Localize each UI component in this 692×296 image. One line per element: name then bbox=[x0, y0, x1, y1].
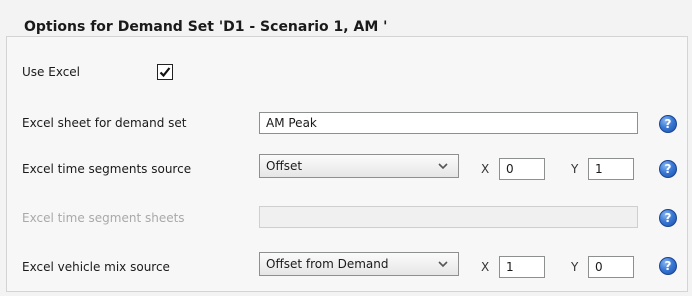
vehicle-mix-source-select[interactable]: Offset from Demand bbox=[259, 252, 459, 276]
help-icon[interactable]: ? bbox=[659, 115, 677, 133]
time-segments-source-value: Offset bbox=[266, 159, 303, 173]
time-segments-x-input[interactable]: 0 bbox=[499, 158, 545, 180]
time-segments-source-select[interactable]: Offset bbox=[259, 154, 459, 178]
vehicle-mix-source-value: Offset from Demand bbox=[266, 257, 389, 271]
time-segments-source-label: Excel time segments source bbox=[22, 162, 192, 176]
chevron-down-icon bbox=[438, 261, 448, 268]
chevron-down-icon bbox=[438, 163, 448, 170]
help-icon[interactable]: ? bbox=[659, 257, 677, 275]
use-excel-checkbox[interactable] bbox=[157, 64, 173, 80]
time-segments-x-label: X bbox=[481, 162, 490, 176]
time-segment-sheets-input bbox=[259, 206, 638, 228]
panel-title: Options for Demand Set 'D1 - Scenario 1,… bbox=[20, 18, 392, 36]
vehicle-mix-source-label: Excel vehicle mix source bbox=[22, 260, 170, 274]
time-segment-sheets-label: Excel time segment sheets bbox=[22, 211, 185, 225]
checkmark-icon bbox=[159, 67, 171, 78]
vehicle-mix-y-input[interactable]: 0 bbox=[588, 256, 634, 278]
excel-sheet-input[interactable]: AM Peak bbox=[259, 112, 638, 134]
vehicle-mix-x-label: X bbox=[481, 260, 490, 274]
vehicle-mix-y-label: Y bbox=[571, 260, 579, 274]
vehicle-mix-x-input[interactable]: 1 bbox=[499, 256, 545, 278]
excel-sheet-label: Excel sheet for demand set bbox=[22, 116, 187, 130]
help-icon[interactable]: ? bbox=[659, 160, 677, 178]
use-excel-label: Use Excel bbox=[22, 65, 81, 79]
time-segments-y-input[interactable]: 1 bbox=[588, 158, 634, 180]
time-segments-y-label: Y bbox=[571, 162, 579, 176]
help-icon[interactable]: ? bbox=[659, 209, 677, 227]
